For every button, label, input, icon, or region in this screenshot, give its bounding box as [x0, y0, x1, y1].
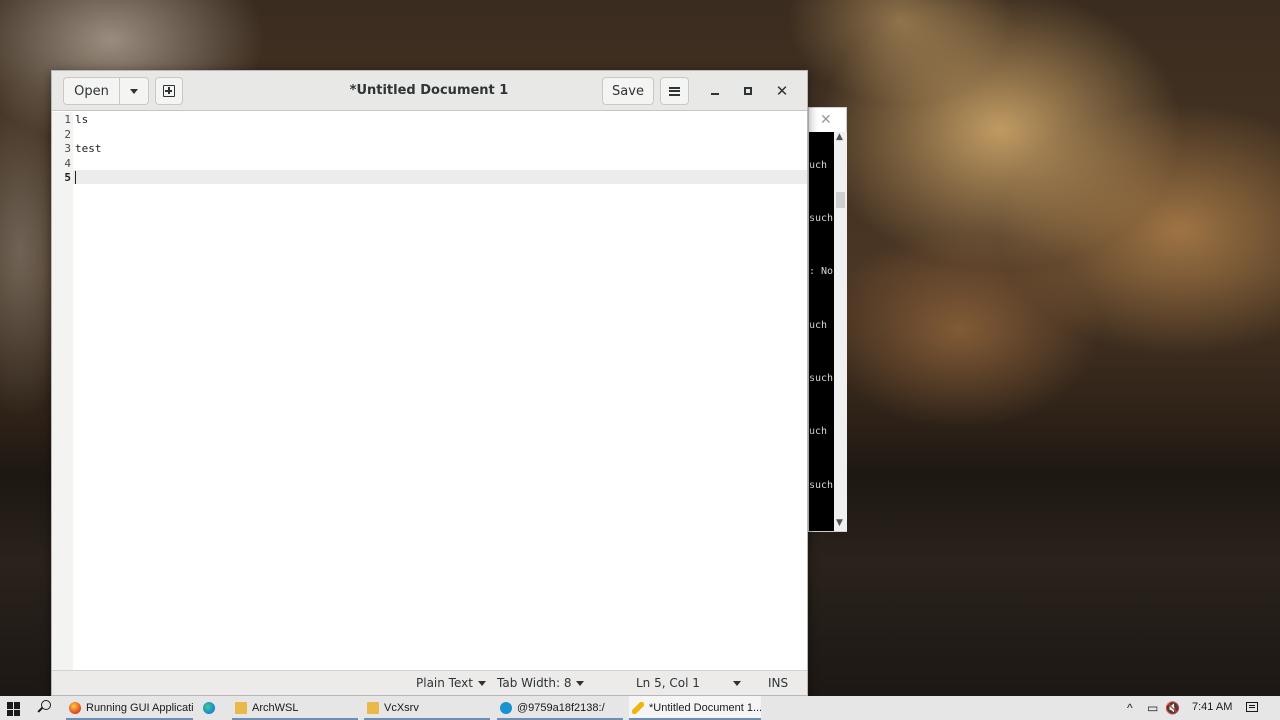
taskbar-app-text-editor[interactable]: *Untitled Document 1... — [629, 696, 761, 720]
new-document-button[interactable] — [155, 77, 183, 105]
terminal-line: uch — [809, 426, 828, 437]
scroll-down-icon[interactable]: ▼ — [836, 518, 843, 528]
window-title: *Untitled Document 1 — [349, 83, 509, 98]
arch-icon — [500, 702, 512, 714]
terminal-close-icon[interactable]: ✕ — [820, 112, 832, 128]
terminal-line: such — [809, 480, 834, 491]
close-icon: ✕ — [775, 81, 789, 100]
taskbar-app-label: VcXsrv — [384, 702, 419, 714]
windows-logo-icon — [7, 702, 13, 709]
folder-icon — [235, 702, 247, 714]
line-number: 2 — [64, 128, 71, 141]
cursor-position[interactable]: Ln 5, Col 1 — [636, 676, 700, 690]
minimize-icon — [711, 93, 719, 95]
chevron-down-icon — [477, 680, 486, 686]
cursor-position-label: Ln 5, Col 1 — [636, 676, 700, 690]
line-number: 1 — [64, 113, 71, 126]
chevron-down-icon — [576, 680, 585, 686]
tab-width-label: Tab Width: 8 — [497, 676, 572, 690]
insert-mode-indicator[interactable]: INS — [768, 676, 788, 690]
tab-width-selector[interactable]: Tab Width: 8 — [497, 676, 585, 690]
start-button[interactable] — [7, 702, 21, 716]
volume-muted-icon[interactable]: 🔇 — [1165, 701, 1180, 715]
main-menu-button[interactable] — [660, 77, 689, 105]
terminal-line: such — [809, 373, 834, 384]
show-hidden-icons-chevron-icon[interactable]: ^ — [1127, 701, 1133, 715]
terminal-line: : No — [809, 266, 834, 277]
status-bar: Plain Text Tab Width: 8 Ln 5, Col 1 INS — [52, 670, 807, 695]
open-button[interactable]: Open — [63, 77, 120, 105]
taskbar-app-firefox[interactable]: Running GUI Applicati... — [66, 696, 193, 720]
clock[interactable]: 7:41 AM — [1192, 701, 1232, 713]
taskbar-app-edge[interactable] — [200, 696, 222, 720]
notifications-icon[interactable] — [1246, 702, 1258, 712]
new-document-icon — [163, 85, 175, 97]
line-number: 4 — [64, 157, 71, 170]
taskbar-app-archwsl[interactable]: ArchWSL — [232, 696, 358, 720]
scroll-up-icon[interactable]: ▲ — [836, 132, 843, 142]
firefox-icon — [69, 702, 81, 714]
header-bar: Open *Untitled Document 1 Save ✕ — [52, 71, 807, 111]
search-icon — [41, 700, 51, 710]
close-button[interactable]: ✕ — [770, 79, 794, 103]
scrollbar-thumb[interactable] — [836, 192, 845, 208]
taskbar-app-label: @9759a18f2138:/ — [517, 702, 605, 714]
taskbar-app-label: ArchWSL — [252, 702, 299, 714]
hamburger-menu-icon — [669, 86, 680, 96]
open-dropdown-button[interactable] — [119, 77, 149, 105]
folder-icon — [367, 702, 379, 714]
line-number: 3 — [64, 142, 71, 155]
save-button[interactable]: Save — [602, 77, 654, 105]
maximize-button[interactable] — [736, 79, 760, 103]
terminal-window[interactable]: ✕ uch such : No uch such uch such ▲ ▼ — [808, 107, 847, 532]
search-button[interactable] — [37, 700, 52, 714]
battery-icon[interactable]: ▭ — [1147, 701, 1158, 715]
code-line[interactable]: test — [75, 142, 102, 155]
language-selector[interactable]: Plain Text — [416, 676, 486, 690]
taskbar: Running GUI Applicati... ArchWSL VcXsrv … — [0, 696, 1280, 720]
taskbar-app-terminal[interactable]: @9759a18f2138:/ — [497, 696, 623, 720]
language-label: Plain Text — [416, 676, 473, 690]
text-editor-window: Open *Untitled Document 1 Save ✕ 1 2 3 4… — [51, 70, 808, 696]
terminal-line: uch — [809, 320, 828, 331]
position-dropdown[interactable] — [733, 681, 741, 686]
terminal-line: such — [809, 213, 834, 224]
text-editor-icon — [632, 702, 644, 714]
chevron-down-icon — [130, 88, 138, 94]
line-number-gutter — [52, 112, 73, 670]
maximize-icon — [744, 87, 752, 95]
terminal-scrollbar[interactable]: ▲ ▼ — [834, 132, 847, 531]
chevron-down-icon — [733, 681, 741, 686]
terminal-output[interactable]: uch such : No uch such uch such — [809, 132, 834, 531]
minimize-button[interactable] — [703, 79, 727, 103]
current-line-highlight — [73, 170, 807, 184]
edge-icon — [203, 702, 215, 714]
text-cursor — [75, 171, 76, 184]
text-editor-area[interactable]: 1 2 3 4 5 ls test — [52, 112, 807, 670]
taskbar-app-vcxsrv[interactable]: VcXsrv — [364, 696, 490, 720]
taskbar-app-label: Running GUI Applicati... — [86, 702, 193, 714]
terminal-line: uch — [809, 160, 828, 171]
code-line[interactable]: ls — [75, 113, 88, 126]
line-number: 5 — [64, 171, 71, 184]
taskbar-app-label: *Untitled Document 1... — [649, 702, 761, 714]
